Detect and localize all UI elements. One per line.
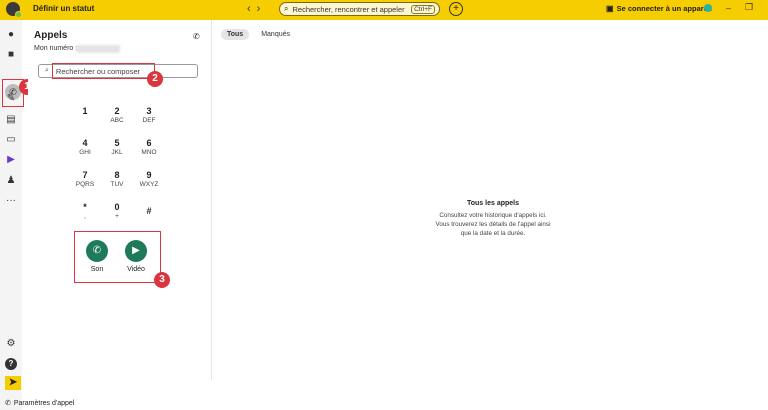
presence-dot — [15, 11, 22, 18]
tab-all[interactable]: Tous — [221, 29, 250, 40]
search-highlight-box — [52, 63, 155, 79]
phone-icon: ✆ — [86, 240, 108, 262]
new-chat-button[interactable]: + — [449, 2, 463, 16]
key-hash[interactable]: # — [134, 206, 164, 217]
gear-icon[interactable]: ⚙ — [5, 338, 17, 350]
call-settings-link[interactable]: ✆ Paramètres d'appel — [5, 399, 75, 408]
call-history-pane: Tous Manqués Tous les appels Consultez v… — [213, 20, 768, 410]
search-icon: ⌕ — [284, 4, 289, 13]
minimize-icon[interactable]: – — [726, 3, 731, 13]
voicemail-icon[interactable]: ▭ — [5, 134, 17, 146]
key-6[interactable]: 6 MNO — [134, 138, 164, 156]
window-controls: – ❐ ✕ — [704, 2, 768, 13]
call-settings-label: Paramètres d'appel — [13, 399, 75, 407]
key-8[interactable]: 8 TUV — [102, 170, 132, 188]
global-search-placeholder: Rechercher, rencontrer et appeler — [292, 4, 405, 14]
audio-call-button[interactable]: ✆ Son — [85, 240, 109, 273]
help-icon[interactable]: ? — [5, 358, 17, 370]
navigation-arrows: ‹ › — [247, 3, 260, 15]
audio-call-label: Son — [90, 266, 104, 273]
search-shortcut-hint: Ctrl+F — [411, 4, 435, 14]
my-number-label: Mon numéro : — [34, 45, 78, 52]
key-4[interactable]: 4 GHI — [70, 138, 100, 156]
skype-window: Définir un statut ‹ › ⌕ Rechercher, renc… — [0, 0, 768, 410]
key-3[interactable]: 3 DEF — [134, 106, 164, 124]
search-icon: ⌕ — [45, 67, 49, 74]
title-bar: Définir un statut ‹ › ⌕ Rechercher, renc… — [0, 0, 768, 20]
key-9[interactable]: 9 WXYZ — [134, 170, 164, 188]
left-navigation-rail: ● ■ ✆ ✎ ▤ ▭ ▶ ♟ ··· ⚙ ? ➤ — [0, 20, 24, 410]
empty-state-line-2: Vous trouverez les détails de l'appel ai… — [435, 221, 551, 228]
key-star[interactable]: *, — [70, 202, 100, 220]
connect-device-label: Se connecter à un appareil — [616, 4, 713, 13]
global-search-input[interactable]: ⌕ Rechercher, rencontrer et appeler Ctrl… — [279, 2, 440, 16]
calls-panel: Appels ✆ Mon numéro : ⌕ Rechercher ou co… — [28, 20, 212, 380]
edit-icon[interactable]: ✎ — [5, 93, 17, 105]
more-icon[interactable]: ··· — [5, 195, 17, 207]
empty-state: Tous les appels Consultez votre historiq… — [393, 200, 593, 238]
empty-state-title: Tous les appels — [467, 200, 519, 207]
empty-state-line-1: Consultez votre historique d'appels ici. — [439, 212, 547, 219]
key-2[interactable]: 2 ABC — [102, 106, 132, 124]
phone-settings-icon: ✆ — [5, 400, 11, 407]
key-0[interactable]: 0 + — [102, 202, 132, 220]
phone-settings-icon[interactable]: ✆ — [193, 32, 200, 41]
key-5[interactable]: 5 JKL — [102, 138, 132, 156]
page-title: Appels — [34, 30, 68, 41]
avatar[interactable] — [6, 2, 22, 18]
copilot-icon[interactable] — [704, 3, 712, 12]
arrow-icon[interactable]: ➤ — [5, 376, 21, 390]
my-number-redacted — [76, 45, 120, 53]
call-filter-tabs: Tous Manqués — [221, 29, 296, 40]
maximize-icon[interactable]: ❐ — [745, 2, 753, 13]
call-buttons-highlight: ✆ Son ▶ Vidéo — [74, 231, 161, 283]
back-arrow-icon[interactable]: ‹ — [247, 3, 251, 15]
chat-icon[interactable]: ● — [5, 29, 17, 41]
video-call-button[interactable]: ▶ Vidéo — [124, 240, 148, 273]
device-icon: ▣ — [606, 4, 614, 13]
empty-state-line-3: que la date et la durée. — [460, 230, 526, 237]
key-1[interactable]: 1 — [70, 106, 100, 117]
people-icon[interactable]: ♟ — [5, 175, 17, 187]
set-status-link[interactable]: Définir un statut — [33, 4, 94, 13]
forward-arrow-icon[interactable]: › — [257, 3, 261, 15]
connect-device-button[interactable]: ▣ Se connecter à un appareil — [606, 4, 712, 13]
key-7[interactable]: 7 PQRS — [70, 170, 100, 188]
callout-badge-3: 3 — [154, 272, 170, 288]
tab-missed[interactable]: Manqués — [255, 29, 296, 40]
video-call-label: Vidéo — [127, 266, 145, 273]
calendar-icon[interactable]: ■ — [5, 49, 17, 61]
play-icon[interactable]: ▶ — [5, 154, 17, 166]
callout-badge-2: 2 — [147, 71, 163, 87]
contacts-icon[interactable]: ▤ — [5, 114, 17, 126]
video-camera-icon: ▶ — [125, 240, 147, 262]
